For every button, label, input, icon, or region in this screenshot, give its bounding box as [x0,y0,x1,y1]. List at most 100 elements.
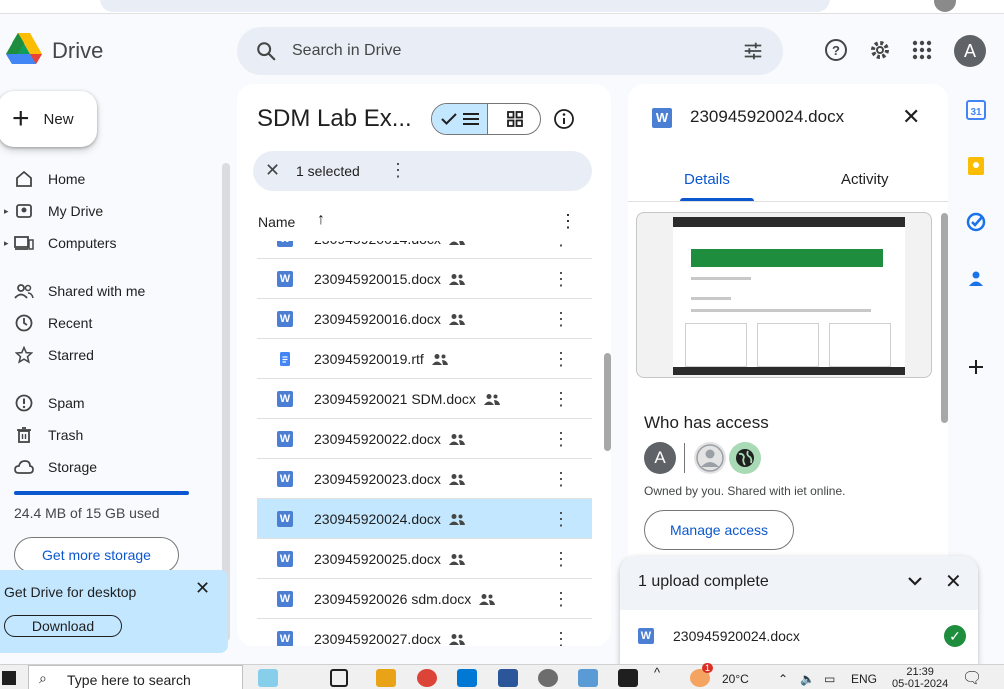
file-row[interactable]: W 230945920016.docx ⋮ [257,299,592,339]
file-row[interactable]: W 230945920014.docx ⋮ [257,241,592,259]
tab-activity[interactable]: Activity [841,171,889,188]
user-avatar[interactable]: A [954,35,986,67]
file-name: 230945920015.docx [314,271,441,287]
expand-caret-icon[interactable]: ▸ [4,238,9,249]
browser-profile-avatar[interactable] [934,0,956,12]
clear-selection-icon[interactable]: ✕ [265,160,280,181]
task-view-icon[interactable] [330,669,348,687]
drive-logo-icon[interactable] [6,33,42,67]
mosque-widget-icon[interactable] [258,669,278,687]
tray-up-icon[interactable]: ⌃ [778,672,788,686]
notifications-icon[interactable]: 🗨 [962,668,982,688]
folder-title[interactable]: SDM Lab Ex... [257,105,412,133]
file-row[interactable]: W 230945920026 sdm.docx ⋮ [257,579,592,619]
file-row[interactable]: W 230945920021 SDM.docx ⋮ [257,379,592,419]
svg-text:31: 31 [970,107,982,118]
file-row[interactable]: W 230945920015.docx ⋮ [257,259,592,299]
file-row[interactable]: W 230945920023.docx ⋮ [257,459,592,499]
sidebar-item-spam[interactable]: Spam [0,388,210,418]
file-row[interactable]: W 230945920025.docx ⋮ [257,539,592,579]
uploaded-file-name[interactable]: 230945920024.docx [673,628,800,644]
sidebar-item-shared-with-me[interactable]: Shared with me [0,276,210,306]
browser-toolbar [0,0,1004,14]
help-button[interactable]: ? [822,36,850,64]
row-more-actions-icon[interactable]: ⋮ [552,549,570,570]
add-app-icon[interactable] [964,355,988,379]
system-clock[interactable]: 21:39 05-01-2024 [892,666,948,689]
calendar-icon[interactable]: 31 [964,98,988,122]
expand-caret-icon[interactable]: ▸ [4,206,9,217]
owner-avatar[interactable]: A [644,442,676,474]
address-bar[interactable] [100,0,830,12]
row-more-actions-icon[interactable]: ⋮ [552,429,570,450]
file-row[interactable]: W 230945920024.docx ⋮ [257,499,592,539]
grid-view-button[interactable] [488,104,540,134]
terminal-icon[interactable] [618,669,638,687]
tab-details[interactable]: Details [684,171,730,188]
file-row[interactable]: 230945920019.rtf ⋮ [257,339,592,379]
sidebar-scrollbar[interactable] [222,163,230,641]
weather-temperature[interactable]: 20°C [722,672,749,686]
word-app-icon[interactable] [498,669,518,687]
file-row[interactable]: W 230945920022.docx ⋮ [257,419,592,459]
new-button[interactable]: + New [0,91,97,147]
close-icon[interactable]: ✕ [945,569,962,594]
row-more-actions-icon[interactable]: ⋮ [552,309,570,330]
sidebar-item-recent[interactable]: Recent [0,308,210,338]
search-icon[interactable] [255,40,277,62]
file-explorer-icon[interactable] [376,669,396,687]
settings-app-icon[interactable] [538,669,558,687]
sidebar-item-starred[interactable]: Starred [0,340,210,370]
manage-access-button[interactable]: Manage access [644,510,794,550]
row-more-actions-icon[interactable]: ⋮ [552,349,570,370]
sidebar-item-home[interactable]: Home [0,164,210,194]
person-icon[interactable] [694,442,726,474]
tray-chevron-icon[interactable]: ^ [654,665,660,680]
volume-icon[interactable]: 🔈 [800,672,815,686]
chevron-down-icon[interactable] [906,572,924,590]
file-row-label: 230945920019.rtf [314,351,448,368]
download-button[interactable]: Download [4,615,122,637]
row-more-actions-icon[interactable]: ⋮ [552,469,570,490]
contacts-icon[interactable] [964,266,988,290]
row-more-actions-icon[interactable]: ⋮ [552,241,570,250]
globe-icon[interactable] [729,442,761,474]
chrome-icon[interactable] [417,669,437,687]
search-input[interactable] [292,37,712,65]
tasks-icon[interactable] [964,210,988,234]
language-indicator[interactable]: ENG [851,672,877,686]
search-options-icon[interactable] [742,40,764,62]
get-more-storage-button[interactable]: Get more storage [14,537,179,573]
start-icon[interactable] [2,671,16,685]
sidebar-item-trash[interactable]: Trash [0,420,210,450]
apps-button[interactable] [908,36,936,64]
app-name[interactable]: Drive [52,38,103,64]
details-scrollbar[interactable] [941,213,948,423]
sidebar-item-storage[interactable]: Storage [0,452,210,482]
list-view-button[interactable] [432,104,488,134]
name-column-header[interactable]: Name [258,214,295,230]
vscode-icon[interactable] [457,669,477,687]
row-more-actions-icon[interactable]: ⋮ [552,629,570,646]
settings-button[interactable] [866,36,894,64]
network-icon[interactable]: ▭ [824,672,835,686]
sidebar-item-my-drive[interactable]: ▸ My Drive [0,196,210,226]
sort-ascending-icon[interactable]: ↑ [317,211,325,229]
close-icon[interactable]: ✕ [902,104,920,130]
file-list-scrollbar[interactable] [604,353,611,451]
taskbar-search[interactable]: ⌕ Type here to search [28,665,243,689]
column-options-icon[interactable]: ⋮ [559,211,577,232]
row-more-actions-icon[interactable]: ⋮ [552,589,570,610]
row-more-actions-icon[interactable]: ⋮ [552,389,570,410]
close-icon[interactable]: ✕ [195,578,210,599]
file-preview-thumbnail[interactable] [636,212,932,378]
control-panel-icon[interactable] [578,669,598,687]
row-more-actions-icon[interactable]: ⋮ [552,509,570,530]
info-icon[interactable] [553,108,575,130]
search-bar[interactable] [237,27,783,75]
more-actions-icon[interactable]: ⋮ [389,160,407,181]
sidebar-item-computers[interactable]: ▸ Computers [0,228,210,258]
file-row[interactable]: W 230945920027.docx ⋮ [257,619,592,646]
keep-icon[interactable] [964,154,988,178]
row-more-actions-icon[interactable]: ⋮ [552,269,570,290]
